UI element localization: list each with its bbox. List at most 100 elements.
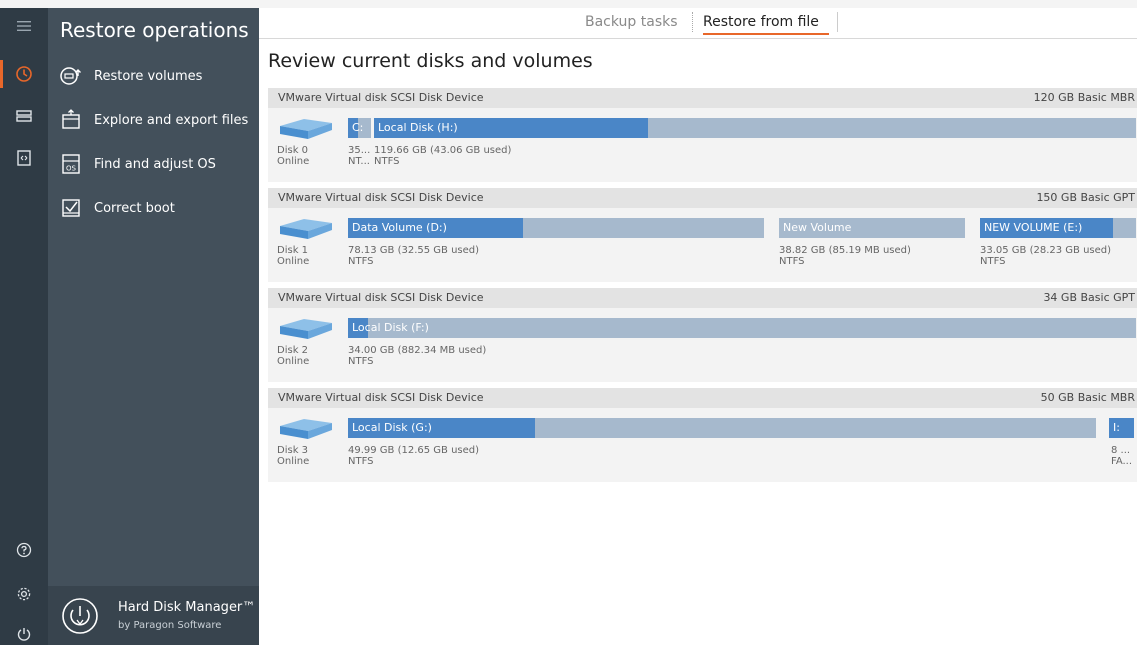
volume-name: Local Disk (F:) bbox=[352, 321, 429, 334]
disk-header: VMware Virtual disk SCSI Disk Device 50 … bbox=[268, 388, 1137, 408]
disk-header: VMware Virtual disk SCSI Disk Device 34 … bbox=[268, 288, 1137, 308]
disk-label: Disk 3 Online bbox=[277, 445, 317, 467]
nav-rail bbox=[0, 8, 48, 645]
volume-info: 8 ... FA... bbox=[1111, 445, 1136, 467]
disk-header: VMware Virtual disk SCSI Disk Device 150… bbox=[268, 188, 1137, 208]
disk-id: Disk 3 bbox=[277, 445, 309, 456]
disk-label: Disk 1 Online bbox=[277, 245, 317, 267]
sidebar-item-label: Restore volumes bbox=[94, 68, 203, 84]
disk-card-2[interactable]: VMware Virtual disk SCSI Disk Device 34 … bbox=[268, 288, 1137, 382]
window-top-strip bbox=[0, 0, 1137, 8]
disk-label: Disk 0 Online bbox=[277, 145, 317, 167]
volume-size: 119.66 GB (43.06 GB used) bbox=[374, 145, 512, 156]
tab-backup-tasks[interactable]: Backup tasks bbox=[585, 14, 678, 30]
volume-fs: FA... bbox=[1111, 456, 1133, 467]
volume-info: 78.13 GB (32.55 GB used) NTFS bbox=[348, 245, 479, 267]
settings-gear-icon[interactable] bbox=[0, 580, 48, 608]
hard-disk-icon bbox=[278, 316, 334, 346]
volume-fs: NTFS bbox=[980, 256, 1006, 267]
correct-boot-icon bbox=[48, 190, 94, 226]
disk-size-type: 34 GB Basic GPT bbox=[1043, 291, 1135, 304]
disk-stack-icon[interactable] bbox=[0, 102, 48, 130]
explore-files-icon bbox=[48, 102, 94, 138]
disk-status: Online bbox=[277, 356, 310, 367]
disk-header: VMware Virtual disk SCSI Disk Device 120… bbox=[268, 88, 1137, 108]
panel-title: Restore operations bbox=[60, 18, 249, 42]
volume-bar[interactable]: Data Volume (D:) bbox=[348, 218, 764, 238]
disk-status: Online bbox=[277, 256, 310, 267]
volume-fs: NTFS bbox=[348, 456, 374, 467]
restore-volumes-icon bbox=[48, 58, 94, 94]
volume-info: 35... NT... bbox=[348, 145, 370, 167]
page-title: Review current disks and volumes bbox=[268, 50, 593, 72]
volume-size: 38.82 GB (85.19 MB used) bbox=[779, 245, 911, 256]
volume-bar[interactable]: I: bbox=[1109, 418, 1134, 438]
volume-name: C: bbox=[352, 121, 364, 134]
disk-size-type: 150 GB Basic GPT bbox=[1036, 191, 1135, 204]
tab-separator bbox=[837, 12, 838, 32]
volume-fs: NTFS bbox=[348, 356, 374, 367]
disk-status: Online bbox=[277, 456, 310, 467]
brand-footer: Hard Disk Manager™ by Paragon Software bbox=[48, 586, 259, 645]
volume-name: Data Volume (D:) bbox=[352, 221, 447, 234]
volume-bar[interactable]: NEW VOLUME (E:) bbox=[980, 218, 1136, 238]
volume-fs: NTFS bbox=[348, 256, 374, 267]
volume-size: 34.00 GB (882.34 MB used) bbox=[348, 345, 487, 356]
volume-fs: NT... bbox=[348, 156, 370, 167]
disk-status: Online bbox=[277, 156, 310, 167]
volume-size: 8 ... bbox=[1111, 445, 1131, 456]
disk-device-name: VMware Virtual disk SCSI Disk Device bbox=[278, 91, 484, 104]
volume-bar[interactable]: C: bbox=[348, 118, 371, 138]
volume-info: 49.99 GB (12.65 GB used) NTFS bbox=[348, 445, 479, 467]
volume-size: 33.05 GB (28.23 GB used) bbox=[980, 245, 1112, 256]
sidebar-item-label: Explore and export files bbox=[94, 112, 249, 128]
volume-name: I: bbox=[1113, 421, 1120, 434]
disk-id: Disk 0 bbox=[277, 145, 309, 156]
disk-device-name: VMware Virtual disk SCSI Disk Device bbox=[278, 291, 484, 304]
disk-device-name: VMware Virtual disk SCSI Disk Device bbox=[278, 191, 484, 204]
os-icon: OS bbox=[48, 146, 94, 182]
disk-card-3[interactable]: VMware Virtual disk SCSI Disk Device 50 … bbox=[268, 388, 1137, 482]
disk-id: Disk 1 bbox=[277, 245, 309, 256]
hamburger-menu-icon[interactable] bbox=[0, 12, 48, 40]
main-content: Backup tasks Restore from file Review cu… bbox=[259, 8, 1137, 645]
hard-disk-icon bbox=[278, 116, 334, 146]
disk-label: Disk 2 Online bbox=[277, 345, 317, 367]
volume-size: 35... bbox=[348, 145, 370, 156]
volume-info: 38.82 GB (85.19 MB used) NTFS bbox=[779, 245, 911, 267]
paragon-logo-icon bbox=[60, 596, 100, 636]
volume-bar[interactable]: New Volume bbox=[779, 218, 965, 238]
volume-name: Local Disk (H:) bbox=[378, 121, 458, 134]
tools-icon[interactable] bbox=[0, 144, 48, 172]
tab-restore-from-file[interactable]: Restore from file bbox=[703, 14, 819, 30]
volume-size: 49.99 GB (12.65 GB used) bbox=[348, 445, 480, 456]
disk-size-type: 120 GB Basic MBR bbox=[1033, 91, 1135, 104]
tab-bar: Backup tasks Restore from file bbox=[259, 8, 1137, 39]
volume-bar[interactable]: Local Disk (H:) bbox=[374, 118, 1136, 138]
sidebar-item-explore-files[interactable]: Explore and export files bbox=[48, 102, 259, 138]
volume-fs: NTFS bbox=[779, 256, 805, 267]
sidebar-item-correct-boot[interactable]: Correct boot bbox=[48, 190, 259, 226]
disk-id: Disk 2 bbox=[277, 345, 309, 356]
volume-info: 34.00 GB (882.34 MB used) NTFS bbox=[348, 345, 486, 367]
volume-fs: NTFS bbox=[374, 156, 400, 167]
volume-bar[interactable]: Local Disk (F:) bbox=[348, 318, 1136, 338]
volume-info: 33.05 GB (28.23 GB used) NTFS bbox=[980, 245, 1111, 267]
restore-clock-icon[interactable] bbox=[0, 60, 48, 88]
volume-size: 78.13 GB (32.55 GB used) bbox=[348, 245, 480, 256]
sidebar-item-label: Find and adjust OS bbox=[94, 156, 216, 172]
volume-name: Local Disk (G:) bbox=[352, 421, 432, 434]
disk-card-1[interactable]: VMware Virtual disk SCSI Disk Device 150… bbox=[268, 188, 1137, 282]
help-icon[interactable] bbox=[0, 536, 48, 564]
disk-card-0[interactable]: VMware Virtual disk SCSI Disk Device 120… bbox=[268, 88, 1137, 182]
brand-subtitle: by Paragon Software bbox=[118, 620, 222, 631]
volume-info: 119.66 GB (43.06 GB used) NTFS bbox=[374, 145, 511, 167]
hard-disk-icon bbox=[278, 416, 334, 446]
volume-name: New Volume bbox=[783, 221, 852, 234]
os-badge-text: OS bbox=[66, 165, 77, 173]
power-icon[interactable] bbox=[0, 620, 48, 648]
disk-size-type: 50 GB Basic MBR bbox=[1040, 391, 1135, 404]
sidebar-item-find-os[interactable]: OS Find and adjust OS bbox=[48, 146, 259, 182]
volume-bar[interactable]: Local Disk (G:) bbox=[348, 418, 1096, 438]
sidebar-item-restore-volumes[interactable]: Restore volumes bbox=[48, 58, 259, 94]
